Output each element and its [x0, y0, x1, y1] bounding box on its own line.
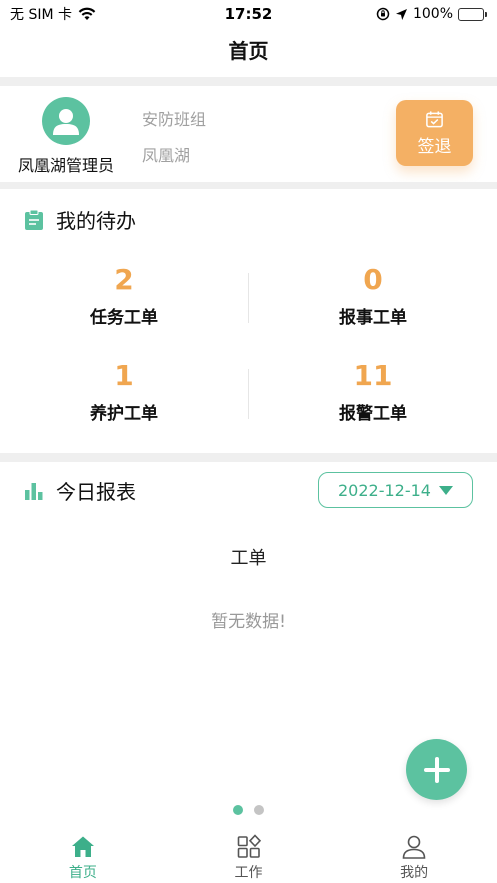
location-arrow-icon: [395, 8, 407, 20]
tab-label: 首页: [68, 865, 97, 881]
page-dot[interactable]: [254, 805, 264, 815]
status-left: 无 SIM 卡: [10, 4, 96, 24]
page-title: 首页: [228, 39, 269, 63]
user-icon: [402, 835, 426, 859]
user-avatar-icon: [53, 109, 79, 135]
checkout-button[interactable]: 签退: [396, 100, 473, 166]
home-icon: [71, 836, 94, 857]
battery-icon: [458, 7, 487, 21]
todo-header: 我的待办: [24, 205, 136, 234]
bar-chart-icon: [25, 482, 43, 500]
status-right: 100%: [376, 6, 487, 22]
todo-item-maintenance[interactable]: 1 养护工单: [0, 359, 248, 424]
user-name: 凤凰湖管理员: [17, 156, 114, 175]
tab-label: 我的: [400, 865, 429, 881]
report-header: 今日报表: [24, 476, 136, 505]
user-team: 安防班组: [142, 110, 207, 129]
page-dot-active[interactable]: [233, 805, 243, 815]
divider: [0, 453, 497, 462]
todo-section: 我的待办 2 任务工单 0 报事工单 1 养护工单 11 报警工单: [0, 189, 497, 453]
todo-count: 11: [353, 359, 393, 392]
tab-label: 工作: [234, 865, 263, 881]
report-title: 今日报表: [56, 480, 136, 504]
todo-item-task[interactable]: 2 任务工单: [0, 263, 248, 328]
clipboard-icon: [25, 209, 43, 230]
tab-bar: 首页 工作 我的: [0, 830, 497, 883]
todo-count: 1: [114, 359, 134, 392]
todo-title: 我的待办: [56, 209, 136, 233]
todo-label: 报事工单: [339, 308, 407, 328]
divider: [248, 273, 249, 323]
tab-mine[interactable]: 我的: [331, 830, 497, 883]
apps-icon: [237, 834, 261, 858]
tab-work[interactable]: 工作: [166, 830, 332, 883]
todo-count: 2: [114, 263, 134, 296]
todo-count: 0: [363, 263, 383, 296]
page-indicator: [0, 805, 497, 815]
checkout-label: 签退: [417, 136, 452, 157]
profile-card: 凤凰湖管理员 安防班组 凤凰湖 签退: [0, 86, 497, 182]
chart-title: 工单: [230, 548, 267, 569]
calendar-check-icon: [426, 110, 443, 127]
divider: [0, 182, 497, 189]
orientation-lock-icon: [376, 7, 390, 21]
date-picker[interactable]: 2022-12-14: [318, 472, 473, 508]
add-button[interactable]: [406, 739, 467, 800]
plus-icon: [423, 756, 450, 783]
avatar[interactable]: [42, 97, 90, 145]
empty-state: 暂无数据!: [211, 612, 286, 632]
divider: [248, 369, 249, 419]
battery-percent: 100%: [412, 6, 453, 22]
user-area: 凤凰湖: [142, 146, 191, 165]
todo-label: 任务工单: [90, 308, 158, 328]
caret-down-icon: [438, 485, 453, 495]
divider: [0, 77, 497, 86]
todo-label: 养护工单: [90, 404, 158, 424]
status-bar: 无 SIM 卡 17:52 100%: [0, 0, 497, 28]
carrier-text: 无 SIM 卡: [10, 7, 72, 23]
todo-label: 报警工单: [339, 404, 407, 424]
date-value: 2022-12-14: [338, 480, 431, 500]
wifi-icon: [78, 7, 96, 20]
tab-home[interactable]: 首页: [0, 830, 166, 883]
todo-item-report[interactable]: 0 报事工单: [249, 263, 497, 328]
todo-item-alarm[interactable]: 11 报警工单: [249, 359, 497, 424]
